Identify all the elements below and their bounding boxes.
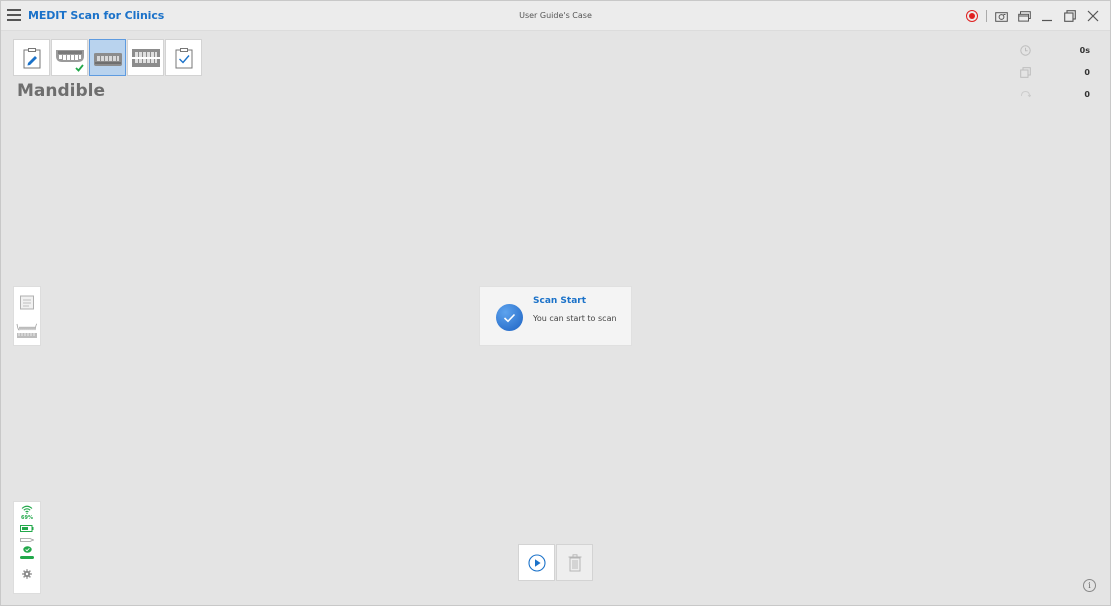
delete-scan-button[interactable] — [556, 544, 593, 581]
step-complete[interactable] — [165, 39, 202, 76]
play-scan-button[interactable] — [518, 544, 555, 581]
record-icon — [966, 10, 978, 22]
battery-icon — [20, 525, 34, 532]
screenshot-button[interactable] — [992, 7, 1010, 25]
shots-value: 0 — [1084, 68, 1090, 77]
step-maxilla[interactable] — [51, 39, 88, 76]
info-icon[interactable]: i — [1083, 579, 1096, 592]
stat-shots: 0 — [1020, 67, 1090, 78]
status-bar-icon — [20, 556, 34, 559]
memo-tool-button[interactable] — [14, 287, 40, 316]
scanner-status-panel: 69% — [13, 501, 41, 594]
rotation-icon — [1021, 90, 1031, 98]
scanner-settings-button[interactable] — [20, 567, 34, 581]
check-icon — [75, 64, 84, 72]
clipboard-pencil-icon — [23, 47, 40, 68]
side-toolbar — [13, 286, 41, 346]
scan-stats: 0s 0 0 — [1020, 45, 1090, 111]
mandible-icon — [93, 52, 122, 66]
notification-title: Scan Start — [533, 296, 587, 306]
battery-percent: 69% — [21, 515, 33, 521]
title-bar: MEDIT Scan for Clinics User Guide's Case — [1, 1, 1110, 31]
gear-icon — [22, 569, 32, 579]
app-window: MEDIT Scan for Clinics User Guide's Case — [0, 0, 1111, 606]
occlusion-icon — [131, 48, 160, 67]
step-prep[interactable] — [13, 39, 50, 76]
play-icon — [527, 553, 546, 572]
camera-icon — [994, 11, 1008, 22]
layout-button[interactable] — [1015, 7, 1033, 25]
memo-icon — [20, 295, 34, 309]
stat-time: 0s — [1020, 45, 1090, 56]
stage-label: Mandible — [17, 81, 106, 101]
close-button[interactable] — [1084, 7, 1102, 25]
restore-button[interactable] — [1061, 7, 1079, 25]
scan-start-notification: Scan Start You can start to scan — [479, 286, 632, 346]
restore-icon — [1064, 10, 1076, 22]
wifi-icon — [21, 505, 33, 514]
close-icon — [1087, 10, 1099, 22]
windows-icon — [1017, 10, 1031, 22]
stat-rotations: 0 — [1020, 89, 1090, 100]
connected-check-icon — [22, 546, 32, 553]
check-circle-icon — [496, 304, 523, 331]
divider — [986, 10, 987, 22]
notification-message: You can start to scan — [533, 314, 617, 323]
minimize-icon — [1042, 19, 1052, 22]
trash-icon — [568, 553, 581, 571]
scan-controls — [518, 544, 593, 581]
record-button[interactable] — [963, 7, 981, 25]
time-value: 0s — [1079, 46, 1090, 55]
scan-steps-toolbar — [13, 39, 202, 76]
arch-view-button[interactable] — [14, 316, 40, 345]
step-occlusion[interactable] — [127, 39, 164, 76]
rotations-value: 0 — [1084, 90, 1090, 99]
clock-icon — [1020, 45, 1031, 56]
step-mandible[interactable] — [89, 39, 126, 76]
frames-icon — [1020, 67, 1031, 78]
window-controls — [958, 7, 1102, 25]
minimize-button[interactable] — [1038, 7, 1056, 25]
case-title: User Guide's Case — [519, 11, 592, 20]
scanner-tip-icon — [20, 538, 34, 542]
clipboard-check-icon — [175, 47, 192, 68]
dental-arch-icon — [16, 323, 38, 338]
